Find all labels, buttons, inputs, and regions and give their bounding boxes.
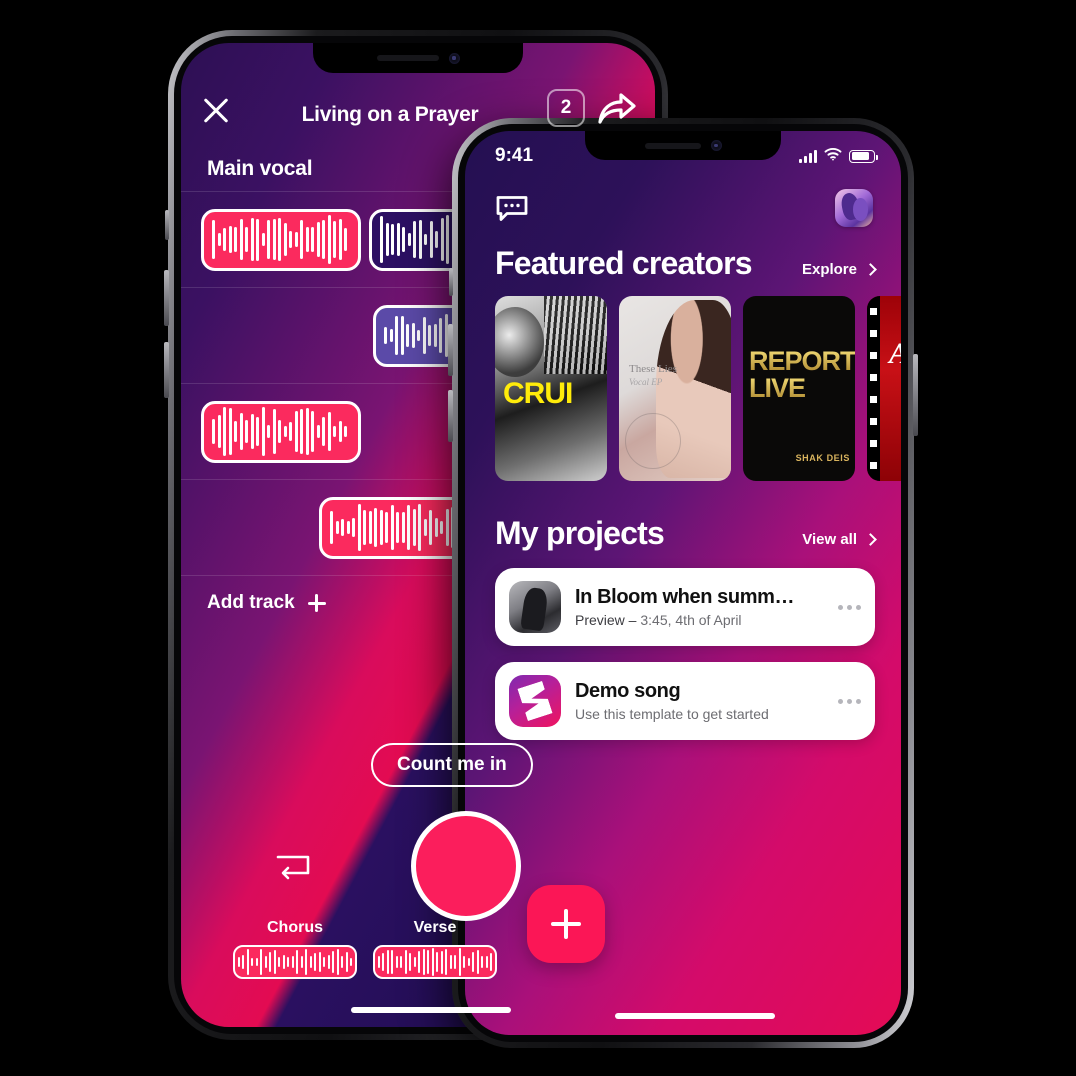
home-indicator[interactable]	[351, 1007, 511, 1013]
mute-switch[interactable]	[165, 210, 169, 240]
front-phone-device: 9:41 Featured creators Explore CRUI Thes…	[448, 118, 918, 1048]
creator-card-caption-line1: REPORT	[749, 345, 855, 376]
front-phone-screen: 9:41 Featured creators Explore CRUI Thes…	[465, 131, 901, 1035]
section-label: Chorus	[267, 919, 323, 936]
screenshot-stage: Living on a Prayer 2 Main vocal Add trac…	[0, 0, 1076, 1076]
page-title: Featured creators	[495, 245, 753, 281]
creator-card-caption: CRUI	[503, 377, 573, 411]
volume-down-button[interactable]	[448, 390, 453, 442]
record-button[interactable]	[411, 811, 521, 921]
audio-clip[interactable]	[201, 400, 361, 463]
section-waveform[interactable]	[233, 945, 357, 979]
project-subtitle-lead: Preview –	[575, 612, 641, 628]
collaborator-count-badge[interactable]: 2	[547, 89, 585, 127]
creator-card-caption-line2: LIVE	[749, 375, 855, 403]
my-projects-header: My projects View all	[465, 481, 901, 552]
section-waveform[interactable]	[373, 945, 497, 979]
volume-up-button[interactable]	[448, 324, 453, 376]
list-item[interactable]: Demo song Use this template to get start…	[495, 662, 875, 740]
cellular-bars-icon	[799, 149, 817, 163]
volume-up-button[interactable]	[164, 270, 169, 326]
creator-card-caption-line: These Lies	[629, 362, 677, 375]
creator-card-caption: REPORT LIVE	[749, 345, 855, 403]
app-top-bar	[465, 177, 901, 227]
project-subtitle: Preview – 3:45, 4th of April	[575, 612, 818, 628]
explore-link[interactable]: Explore	[801, 261, 877, 278]
wifi-icon	[824, 147, 842, 166]
creator-card[interactable]: CRUI	[495, 296, 607, 481]
chevron-right-icon	[864, 263, 877, 276]
more-options-icon[interactable]	[832, 604, 861, 610]
section-label: Verse	[413, 919, 457, 936]
featured-creators-carousel[interactable]: CRUI These Lies Vocal EP REPORT LIVE SHA	[465, 282, 901, 481]
waveform	[375, 947, 495, 977]
view-all-link[interactable]: View all	[802, 531, 877, 548]
chat-bubble-icon[interactable]	[495, 193, 529, 223]
more-options-icon[interactable]	[832, 698, 861, 704]
add-project-button[interactable]	[527, 885, 605, 963]
chevron-right-icon	[864, 533, 877, 546]
creator-card[interactable]: A	[867, 296, 901, 481]
creator-card-ornament	[625, 413, 681, 469]
film-strip-icon	[867, 296, 880, 481]
section-title: My projects	[495, 515, 665, 551]
waveform	[212, 212, 347, 268]
projects-list: In Bloom when summ… Preview – 3:45, 4th …	[465, 568, 901, 740]
creator-card-caption: These Lies Vocal EP	[629, 363, 677, 387]
section-chorus[interactable]: Chorus	[233, 919, 357, 979]
project-title: In Bloom when summ…	[575, 586, 795, 608]
status-time: 9:41	[495, 145, 534, 166]
volume-down-button[interactable]	[164, 342, 169, 398]
share-arrow-icon[interactable]	[597, 91, 637, 127]
creator-card[interactable]: REPORT LIVE SHAK DEIS	[743, 296, 855, 481]
project-thumbnail	[509, 581, 561, 633]
featured-creators-header: Featured creators Explore	[465, 227, 901, 282]
creator-card-caption-sub: SHAK DEIS	[795, 453, 850, 463]
close-x-icon[interactable]	[199, 93, 233, 127]
add-track-label: Add track	[207, 592, 295, 613]
section-verse[interactable]: Verse	[373, 919, 497, 979]
explore-label: Explore	[801, 261, 857, 278]
creator-card-caption: A	[889, 337, 901, 370]
list-item[interactable]: In Bloom when summ… Preview – 3:45, 4th …	[495, 568, 875, 646]
project-subtitle-rest: 3:45, 4th of April	[640, 612, 742, 628]
home-indicator[interactable]	[615, 1013, 775, 1019]
avatar[interactable]	[835, 189, 873, 227]
audio-clip[interactable]	[201, 208, 361, 271]
waveform	[235, 947, 355, 977]
loop-icon[interactable]	[274, 848, 312, 882]
power-button[interactable]	[913, 354, 918, 436]
mute-switch[interactable]	[449, 268, 453, 296]
project-subtitle-rest: Use this template to get started	[575, 706, 769, 722]
creator-card[interactable]: These Lies Vocal EP	[619, 296, 731, 481]
count-me-in-button[interactable]: Count me in	[371, 743, 533, 787]
project-subtitle: Use this template to get started	[575, 706, 818, 722]
project-thumbnail	[509, 675, 561, 727]
status-bar: 9:41	[465, 131, 901, 177]
battery-icon	[849, 149, 878, 163]
view-all-label: View all	[802, 531, 857, 548]
song-title: Living on a Prayer	[301, 103, 479, 126]
project-title: Demo song	[575, 680, 681, 702]
waveform	[212, 404, 347, 460]
plus-icon	[307, 594, 326, 612]
creator-card-caption-sub: Vocal EP	[629, 376, 663, 387]
editor-header: Living on a Prayer 2	[181, 43, 655, 135]
